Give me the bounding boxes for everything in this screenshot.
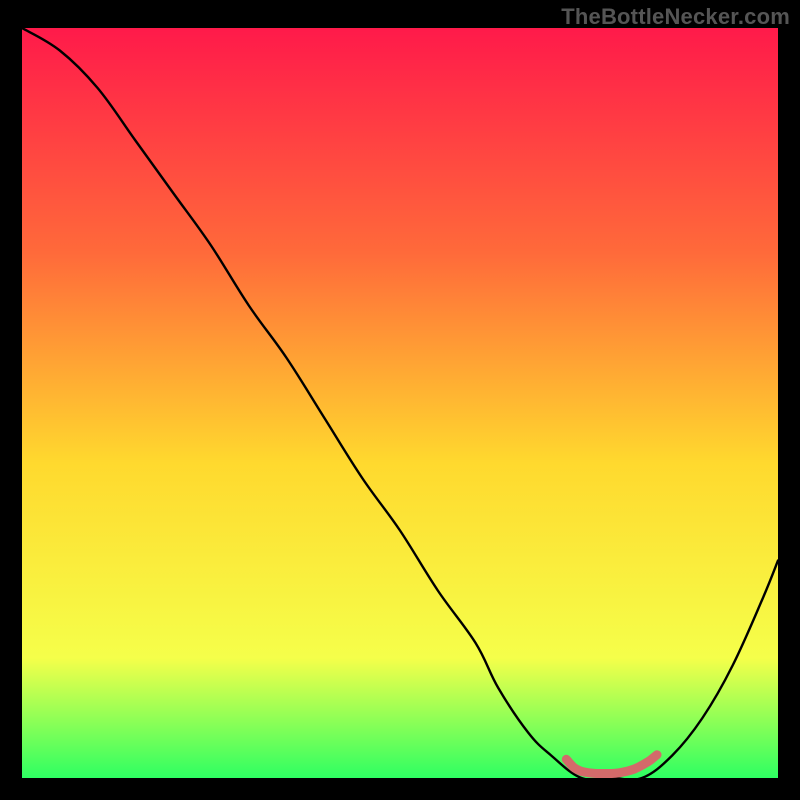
plot-area [22, 28, 778, 778]
chart-svg [22, 28, 778, 778]
watermark-text: TheBottleNecker.com [561, 4, 790, 30]
chart-frame: TheBottleNecker.com [0, 0, 800, 800]
